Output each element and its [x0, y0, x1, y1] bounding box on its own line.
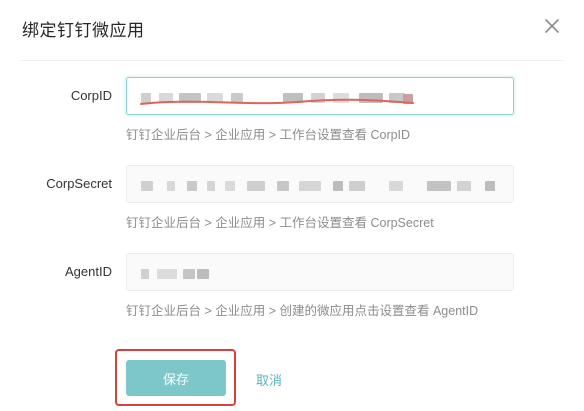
cancel-button[interactable]: 取消 — [256, 370, 282, 389]
redacted-value — [485, 181, 495, 191]
bind-dingtalk-dialog: 绑定钉钉微应用 CorpID 钉钉企业后台 > 企业应用 > 工作台设置查看 C… — [0, 0, 584, 411]
corpid-label: CorpID — [70, 88, 112, 103]
corpid-hint: 钉钉企业后台 > 企业应用 > 工作台设置查看 CorpID — [126, 128, 411, 142]
redacted-value — [183, 269, 195, 279]
redacted-value — [187, 181, 197, 191]
redacted-value — [141, 181, 153, 191]
redacted-value — [457, 181, 471, 191]
close-icon[interactable] — [540, 14, 564, 38]
redacted-value — [333, 181, 343, 191]
redacted-value — [299, 181, 321, 191]
redacted-value — [225, 181, 235, 191]
corpsecret-label: CorpSecret — [46, 176, 112, 191]
redacted-value — [277, 181, 289, 191]
dialog-title: 绑定钉钉微应用 — [22, 21, 145, 40]
agentid-label: AgentID — [65, 264, 112, 279]
agentid-input[interactable] — [126, 253, 514, 291]
redacted-value — [389, 181, 403, 191]
corpsecret-input[interactable] — [126, 165, 514, 203]
header-divider — [20, 60, 564, 61]
redacted-value — [197, 269, 209, 279]
redacted-value — [207, 181, 215, 191]
corpid-input[interactable] — [126, 77, 514, 115]
redacted-value — [349, 181, 365, 191]
red-underline-mark — [140, 98, 414, 105]
redacted-value — [167, 181, 175, 191]
redacted-value — [427, 181, 451, 191]
agentid-hint: 钉钉企业后台 > 企业应用 > 创建的微应用点击设置查看 AgentID — [126, 304, 479, 318]
save-button[interactable]: 保存 — [126, 360, 226, 396]
redacted-value — [141, 269, 149, 279]
redacted-value — [157, 269, 177, 279]
corpsecret-hint: 钉钉企业后台 > 企业应用 > 工作台设置查看 CorpSecret — [126, 216, 434, 230]
redacted-value — [247, 181, 265, 191]
